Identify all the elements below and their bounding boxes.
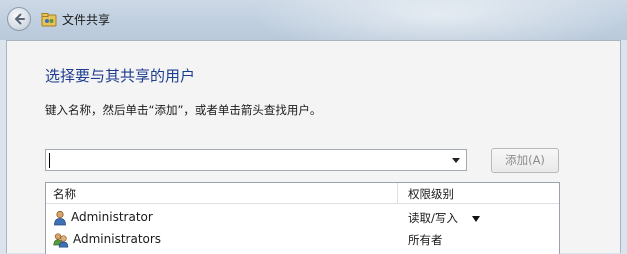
back-button[interactable] <box>7 7 31 31</box>
back-arrow-icon <box>15 13 25 25</box>
table-row[interactable]: Administrator 读取/写入 <box>46 208 559 230</box>
user-name: Administrator <box>71 210 153 224</box>
user-name-combobox[interactable] <box>45 149 467 171</box>
file-sharing-icon <box>41 13 57 27</box>
text-caret <box>49 153 50 168</box>
user-icon <box>54 210 66 226</box>
title-bar: 文件共享 <box>0 0 627 60</box>
dialog-content: 选择要与其共享的用户 键入名称，然后单击“添加”，或者单击箭头查找用户。 添加(… <box>6 40 621 254</box>
permission-level[interactable]: 读取/写入 <box>408 210 458 226</box>
dropdown-arrow-icon[interactable] <box>452 158 460 163</box>
permission-level: 所有者 <box>408 233 443 247</box>
column-divider[interactable] <box>397 183 398 204</box>
page-title: 选择要与其共享的用户 <box>45 67 196 85</box>
group-icon <box>53 233 69 248</box>
column-header-name[interactable]: 名称 <box>53 186 76 202</box>
add-button[interactable]: 添加(A) <box>491 148 559 173</box>
table-header: 名称 权限级别 <box>46 183 559 204</box>
permission-dropdown-arrow-icon[interactable] <box>472 216 480 222</box>
instruction-text: 键入名称，然后单击“添加”，或者单击箭头查找用户。 <box>45 103 322 117</box>
window-title: 文件共享 <box>62 13 111 27</box>
user-name: Administrators <box>73 232 162 246</box>
column-header-permission[interactable]: 权限级别 <box>408 186 454 202</box>
table-row[interactable]: Administrators 所有者 <box>46 230 559 252</box>
sharing-user-table: 名称 权限级别 Administrator 读取/写入 Administrato… <box>45 182 560 254</box>
